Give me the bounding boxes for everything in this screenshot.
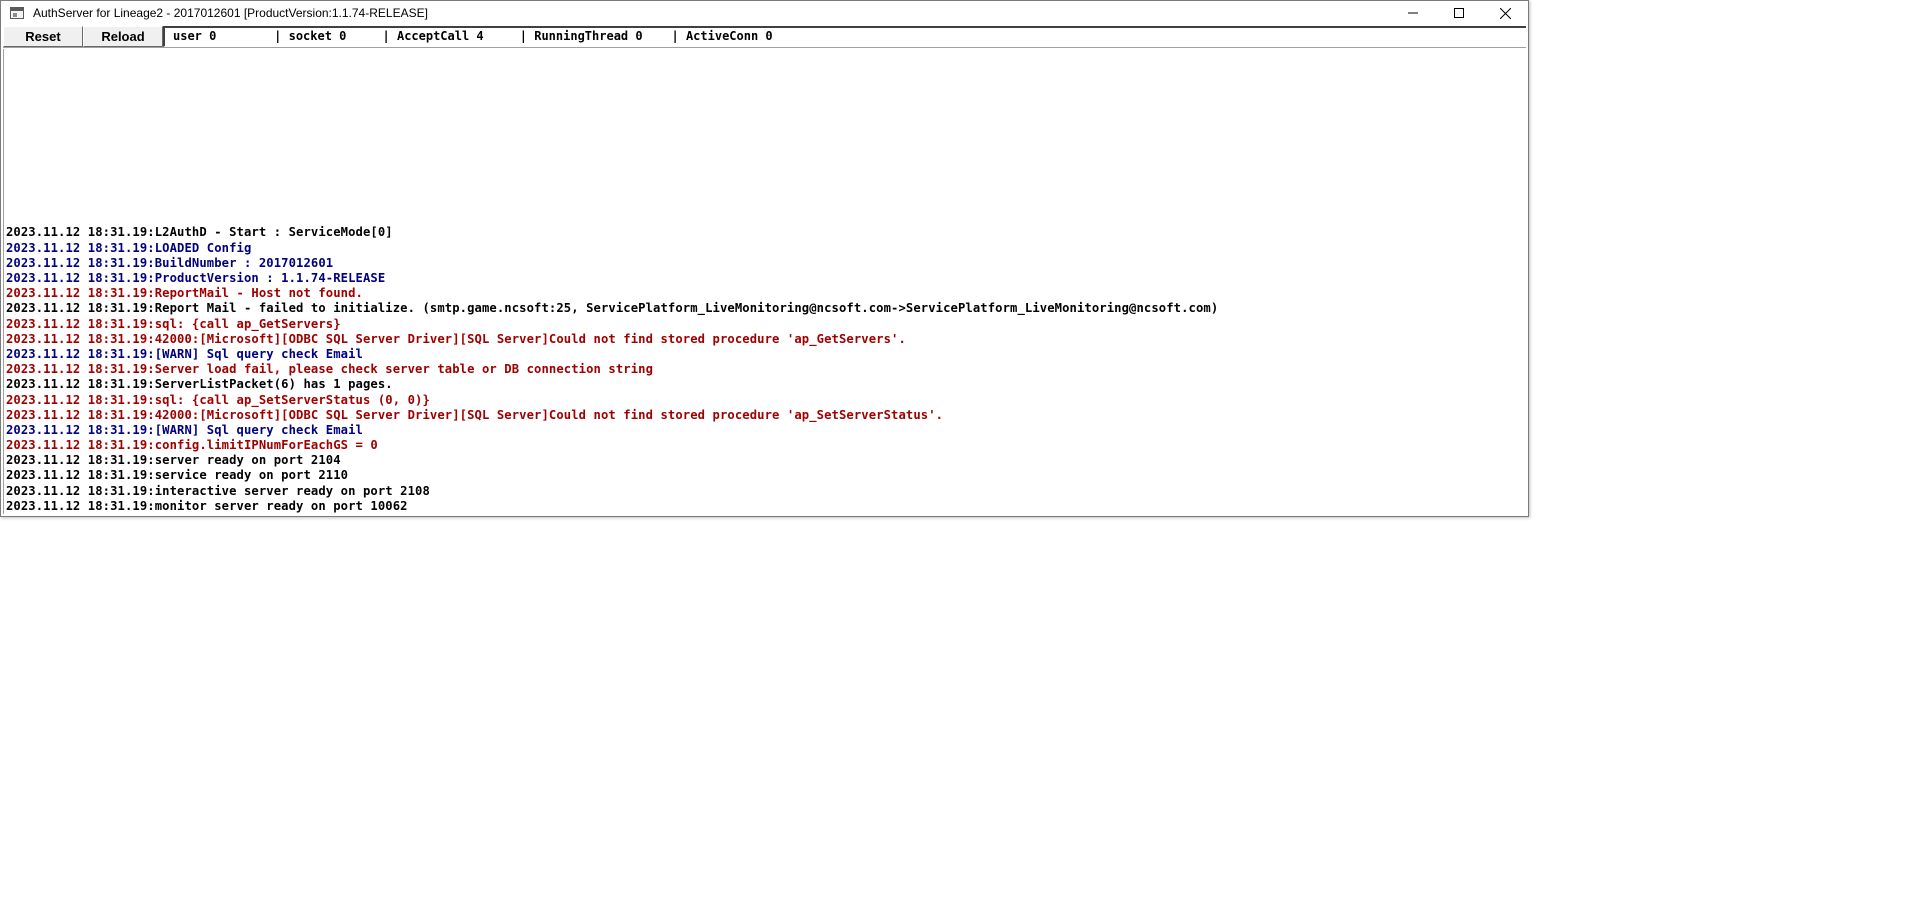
- log-line: 2023.11.12 18:31.19:interactive server r…: [6, 483, 430, 498]
- log-line: 2023.11.12 18:31.19:42000:[Microsoft][OD…: [6, 407, 944, 422]
- log-line: 2023.11.12 18:31.19:Report Mail - failed…: [6, 301, 1219, 316]
- log-line: 2023.11.12 18:31.19:sql: {call ap_GetSer…: [6, 316, 341, 331]
- log-line: 2023.11.12 18:31.19:Server load fail, pl…: [6, 362, 654, 377]
- log-line: 2023.11.12 18:31.19:ProductVersion : 1.1…: [6, 271, 386, 285]
- log-line: 2023.11.12 18:31.19:server ready on port…: [6, 453, 341, 468]
- caption-buttons: [1390, 1, 1528, 25]
- title-bar[interactable]: AuthServer for Lineage2 - 2017012601 [Pr…: [1, 1, 1528, 25]
- reset-button[interactable]: Reset: [3, 26, 83, 47]
- close-icon: [1499, 7, 1511, 19]
- maximize-button[interactable]: [1436, 1, 1482, 25]
- log-list: 2023.11.12 18:31.19:L2AuthD - Start : Se…: [6, 225, 1218, 514]
- log-line: 2023.11.12 18:31.19:ReportMail - Host no…: [6, 286, 363, 301]
- log-line: 2023.11.12 18:31.19:[WARN] Sql query che…: [6, 422, 363, 437]
- log-line: 2023.11.12 18:31.19:BuildNumber : 201701…: [6, 255, 334, 270]
- minimize-button[interactable]: [1390, 1, 1436, 25]
- log-line: 2023.11.12 18:31.19:[WARN] Sql query che…: [6, 346, 363, 361]
- log-line: 2023.11.12 18:31.19:L2AuthD - Start : Se…: [6, 225, 393, 240]
- maximize-icon: [1454, 8, 1464, 18]
- log-line: 2023.11.12 18:31.19:ServerListPacket(6) …: [6, 377, 393, 392]
- log-line: 2023.11.12 18:31.19:monitor server ready…: [6, 498, 408, 513]
- log-line: 2023.11.12 18:31.19:42000:[Microsoft][OD…: [6, 331, 906, 346]
- window-title: AuthServer for Lineage2 - 2017012601 [Pr…: [33, 6, 428, 20]
- log-line: 2023.11.12 18:31.19:config.limitIPNumFor…: [6, 438, 378, 453]
- log-line: 2023.11.12 18:31.19:service ready on por…: [6, 468, 349, 483]
- reload-button[interactable]: Reload: [83, 26, 163, 47]
- log-line: 2023.11.12 18:31.19:sql: {call ap_SetSer…: [6, 392, 430, 407]
- minimize-icon: [1408, 8, 1418, 18]
- app-window-icon[interactable]: [10, 7, 24, 19]
- close-button[interactable]: [1482, 1, 1528, 25]
- log-output[interactable]: 2023.11.12 18:31.19:L2AuthD - Start : Se…: [3, 49, 1526, 514]
- authserver-window: AuthServer for Lineage2 - 2017012601 [Pr…: [0, 0, 1529, 517]
- server-status-field: user 0 | socket 0 | AcceptCall 4 | Runni…: [163, 26, 1526, 47]
- toolbar: Reset Reload user 0 | socket 0 | AcceptC…: [3, 26, 1526, 48]
- log-line: 2023.11.12 18:31.19:LOADED Config: [6, 240, 252, 255]
